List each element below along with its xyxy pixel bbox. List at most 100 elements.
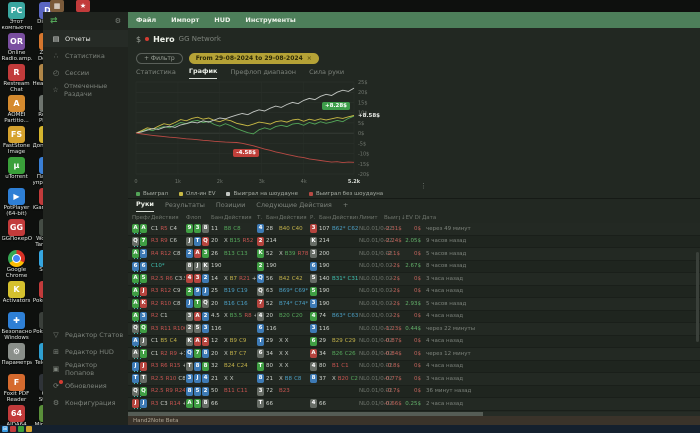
col-header-банк-9[interactable]: Банк (319, 215, 331, 221)
col-header-флоп-2[interactable]: Флоп (186, 215, 210, 221)
menu-item-файл[interactable]: Файл (136, 16, 156, 24)
col-header-т-5[interactable]: Т. (257, 215, 265, 221)
tab-статистика[interactable]: Статистика (136, 68, 176, 79)
desktop-icon-параметры[interactable]: ⚙ Параметры (1, 341, 32, 372)
sidebar-item-редактор-статов[interactable]: ▽ Редактор Статов (43, 326, 128, 343)
legend-item-выиграл[interactable]: Выиграл (136, 191, 168, 197)
river-card: 8 (310, 374, 318, 384)
table-tab-+[interactable]: + (343, 201, 348, 212)
vertical-scrollbar[interactable] (696, 252, 699, 342)
desktop-icon-aomei-partitio[interactable]: A AOMEI Partitio... (1, 93, 32, 124)
svg-text:2k: 2k (217, 179, 223, 185)
taskbar-icon-start[interactable]: ⊞ (2, 426, 8, 432)
tab-график[interactable]: График (188, 67, 218, 79)
col-header-действия-7[interactable]: Действия (279, 215, 309, 221)
legend-item-выиграл-без-шоудауна[interactable]: Выиграл без шоудауна (308, 191, 383, 197)
legend-item-олл-ин-ev[interactable]: Олл-ин EV (178, 191, 215, 197)
menu-item-hud[interactable]: HUD (214, 16, 230, 24)
col-header-выиграл-12[interactable]: Выиграл (384, 215, 400, 221)
card-3: 3 (140, 249, 147, 259)
desktop-icon-google-chrome[interactable]: Google Chrome (1, 248, 32, 279)
menu-item-инструменты[interactable]: Инструменты (245, 16, 295, 24)
desktop-icon-безопасность-windows[interactable]: ✚Безопасность Windows (1, 310, 32, 341)
sidebar-item-статистика[interactable]: ∴ Статистика (43, 47, 128, 64)
tab-префлоп-диапазон[interactable]: Префлоп диапазон (230, 68, 296, 79)
table-tab-следующие-действия[interactable]: Следующие Действия (256, 201, 332, 212)
table-tab-руки[interactable]: Руки (136, 200, 154, 212)
sidebar-item-отмеченные-раздачи[interactable]: ☆ Отмеченные Раздачи (43, 81, 128, 98)
col-header-действия-10[interactable]: Действия (332, 215, 358, 221)
table-row[interactable]: A3R2C13A24.5XB3.5R8+1420B20C20474B63*C63… (128, 310, 700, 323)
col-header-лимит-11[interactable]: Лимит (359, 215, 383, 221)
limit-label: NL0.01/0.02 (359, 400, 393, 407)
tab-сила-руки[interactable]: Сила руки (309, 68, 344, 79)
table-tab-позиции[interactable]: Позиции (216, 201, 245, 212)
desktop-icon-potplayer-64-bit[interactable]: ▶ PotPlayer (64-bit) (1, 186, 32, 217)
col-header-префлоп-0[interactable]: Префлоп (132, 215, 150, 221)
desktop-icon-label: Google Chrome (5, 267, 28, 279)
desktop-icon-activators[interactable]: K Activators (1, 279, 32, 310)
river-card: 5 (310, 274, 318, 284)
desktop-icon-foxit-pdf-reader[interactable]: F Foxit PDF Reader (1, 372, 32, 403)
table-row[interactable]: QQR2.5R9R24+185250B11C11372B23NL0.01/0.0… (128, 385, 700, 398)
table-row[interactable]: JJR3R6R15+1T8832B24C24T80XX480B1C1NL0.01… (128, 360, 700, 373)
taskbar-icon-pinned-1[interactable] (10, 426, 16, 432)
taskbar-icon-pinned-2[interactable] (18, 426, 24, 432)
desktop-icon-этот-компьютер[interactable]: PC Этот компьютер (1, 0, 32, 31)
sidebar-item-редактор-hud[interactable]: ⊞ Редактор HUD (43, 343, 128, 360)
sidebar-item-редактор-попапов[interactable]: ▣ Редактор Попапов (43, 360, 128, 377)
desktop-icon-online-radio-amp[interactable]: OROnline Radio.amp... (1, 31, 32, 62)
table-row[interactable]: A K R2 R10 C8 J T Q 20 B16 C16 7 52 B74* C74* 3 190 NL0.0… (128, 298, 700, 311)
col-header-банк-3[interactable]: Банк (211, 215, 223, 221)
table-row[interactable]: AAC1R5C493811B8C8428B40C403107B62*C62*NL… (128, 223, 700, 236)
menu-item-импорт[interactable]: Импорт (171, 16, 199, 24)
river-pot: 140 (319, 275, 330, 282)
table-row[interactable]: A J C1 B5 C4 K A 2 12 X B9 C9 T 29 X X 6 29 B29 C29 NL0.01/0… (128, 335, 700, 348)
sidebar-gear-icon[interactable]: ⚙ (115, 17, 121, 25)
col-header-банк-6[interactable]: Банк (266, 215, 278, 221)
table-row[interactable]: QQR3R11R100*+125311661163116NL0.01/0.02-… (128, 323, 700, 336)
table-row[interactable]: Q7R3R9C6JTQ20XB15R52+22214K214NL0.01/0.0… (128, 235, 700, 248)
table-row[interactable]: ATC1R2R9+1Q7820XB7C7634XXA34B26C26NL0.01… (128, 348, 700, 361)
table-row[interactable]: 6 6 C10* 8 J K 190 2 190 6 190 NL0.01/0.02 -2$ 2.67$ 8… (128, 260, 700, 273)
chart-legend: Выиграл Олл-ин EV Выиграл на шоудауне Выигр… (136, 189, 383, 198)
col-header-ev-diff-13[interactable]: ↓EV Diff. (401, 215, 421, 221)
foxit-pdf-reader-icon: F (8, 374, 25, 391)
sidebar-item-label: Сессии (65, 68, 90, 77)
sidebar-item-отчеты[interactable]: ▤ Отчеты (43, 30, 128, 47)
col-header-дата-14[interactable]: Дата (422, 215, 456, 221)
river-card: K (310, 236, 318, 246)
card-8: 8 (202, 399, 209, 409)
table-row[interactable]: TTR2.5R10C83J421XX821XB8C8837XB20C20NL0.… (128, 373, 700, 386)
table-row[interactable]: A5R2.5R6C3.543214XB7R21+1Q56B42C425140B3… (128, 273, 700, 286)
table-row[interactable]: JJR3C3R14+3A3866T66466NL0.01/0.02-0.66$0… (128, 398, 700, 411)
desktop-icon-star-app[interactable]: ★ (76, 0, 90, 12)
col-header-р-8[interactable]: Р. (310, 215, 318, 221)
sidebar-item-сессии[interactable]: ◴ Сессии (43, 64, 128, 81)
desktop-icon-faststone-image-viewer[interactable]: FSFastStone Image Viewer (1, 124, 32, 155)
date-range-filter[interactable]: From 29-08-2024 to 29-08-2024 × (188, 52, 319, 64)
won-amount: -2$ (391, 288, 400, 295)
desktop-icon-restream-chat[interactable]: R Restream Chat (1, 62, 32, 93)
card-6: 6 (257, 349, 264, 359)
desktop-icon-utorrent[interactable]: µ uTorrent (1, 155, 32, 186)
table-row[interactable]: A3R4R12C82A326B13C13K52XB39R78+23200NL0.… (128, 248, 700, 261)
chart-menu-icon[interactable]: ⋮ (420, 182, 427, 190)
legend-item-выиграл-на-шоудауне[interactable]: Выиграл на шоудауне (226, 191, 298, 197)
table-row[interactable]: A J R3 R12 C9 2 9 J 25 B19 C19 Q 63 B69* C69* 5 190 NL0.0… (128, 285, 700, 298)
desktop-icon-ggпокерок[interactable]: GGGGПокерОК (1, 217, 32, 248)
taskbar-icon-pinned-3[interactable] (26, 426, 32, 432)
sidebar-item-конфигурация[interactable]: ⚙ Конфигурация (43, 394, 128, 411)
hand2note-window: ⇄ ⚙ ▤ Отчеты ∴ Статистика ◴ Сессии ☆ Отмеченные… (43, 12, 700, 425)
col-header-действия-4[interactable]: Действия (224, 215, 256, 221)
remove-filter-icon[interactable]: × (307, 55, 312, 62)
col-header-действия-1[interactable]: Действия (151, 215, 185, 221)
hand-date: 4 часа назад (426, 313, 464, 320)
desktop-icon-меню[interactable]: ▦ (50, 0, 64, 12)
legend-dot (178, 191, 183, 196)
add-filter-button[interactable]: + Фильтр (136, 52, 183, 64)
ev-diff: 0$ (414, 288, 421, 295)
table-tab-результаты[interactable]: Результаты (165, 201, 205, 212)
action-+3: +3 (182, 400, 186, 407)
sidebar-item-обновления[interactable]: ⟳ Обновления (43, 377, 128, 394)
